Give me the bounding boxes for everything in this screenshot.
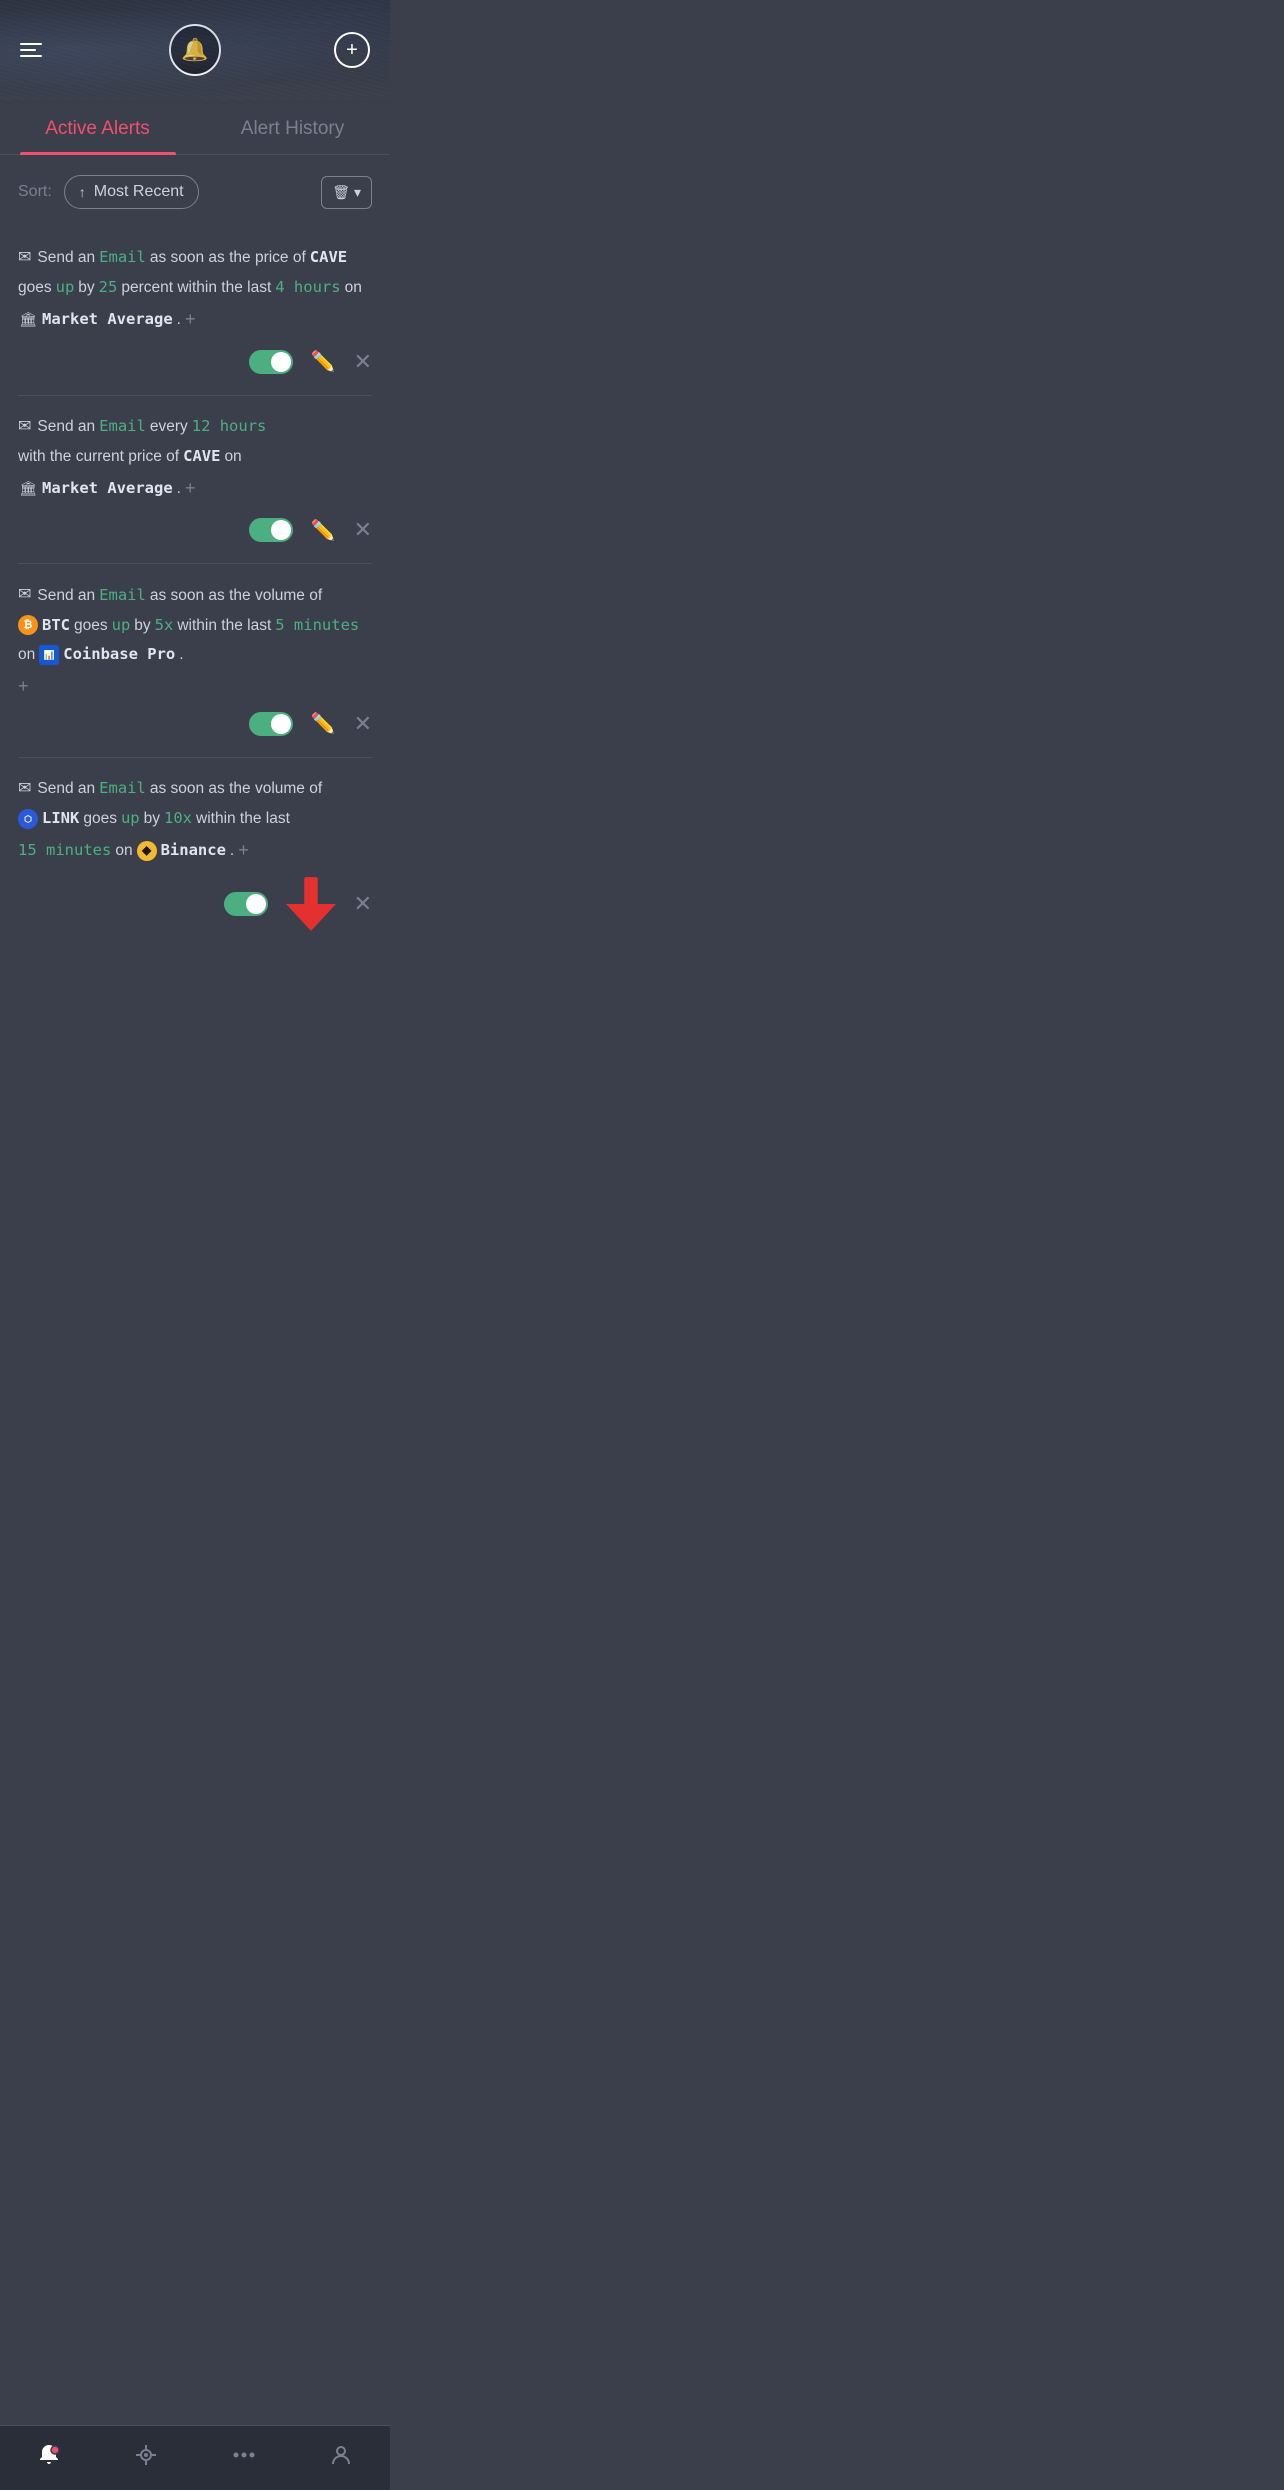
red-arrow-svg	[286, 876, 336, 932]
alert-amount-1: 25	[99, 275, 118, 301]
alert-toggle-3[interactable]	[249, 712, 293, 736]
nav-item-more[interactable]	[215, 2434, 273, 2482]
alert-notification-type-1: Email	[99, 245, 146, 271]
alert-card-2: ✉ Send an Email every 12 hours with the …	[18, 396, 372, 565]
alert-text-2: ✉ Send an Email every 12 hours with the …	[18, 414, 372, 504]
alert-amount-3: 5x	[155, 613, 174, 639]
alert-card-3: ✉ Send an Email as soon as the volume of…	[18, 564, 372, 758]
alert-coin-2: CAVE	[183, 444, 220, 470]
alert-exchange-1: 🏛 Market Average	[18, 307, 173, 333]
delete-button[interactable]: 🗑 ▾	[321, 176, 372, 209]
hamburger-icon[interactable]	[20, 43, 42, 57]
alert-delete-button-4[interactable]: ✕	[354, 891, 372, 917]
alert-toggle-2[interactable]	[249, 518, 293, 542]
trash-icon: 🗑	[332, 184, 350, 201]
alert-delete-button-2[interactable]: ✕	[354, 517, 372, 543]
tab-bar: Active Alerts Alert History	[0, 100, 390, 155]
nav-item-profile[interactable]	[312, 2434, 370, 2482]
bottom-navigation	[0, 2425, 390, 2490]
sort-label: Sort:	[18, 183, 52, 201]
close-icon-3: ✕	[354, 711, 372, 736]
main-content: Active Alerts Alert History Sort: ↑ Most…	[0, 100, 390, 1024]
btc-coin-icon: ₿	[18, 615, 38, 635]
alert-edit-button-1[interactable]: ✏️	[311, 349, 336, 374]
add-alert-area[interactable]: +	[334, 32, 370, 68]
alerts-list: ✉ Send an Email as soon as the price of …	[0, 227, 390, 949]
alert-notification-type-2: Email	[99, 414, 146, 440]
close-icon-4: ✕	[354, 891, 372, 916]
alert-edit-button-3[interactable]: ✏️	[311, 711, 336, 736]
alert-delete-button-1[interactable]: ✕	[354, 349, 372, 375]
nav-item-alerts[interactable]	[20, 2434, 78, 2482]
alert-notification-type-3: Email	[99, 583, 146, 609]
alert-controls-3: ✏️ ✕	[18, 711, 372, 737]
email-envelope-icon-4: ✉	[18, 776, 31, 802]
more-nav-icon	[231, 2442, 257, 2474]
close-icon-1: ✕	[354, 349, 372, 374]
tab-active-alerts[interactable]: Active Alerts	[0, 100, 195, 154]
add-exchange-button-2[interactable]: +	[185, 474, 196, 504]
plus-icon: +	[346, 39, 358, 62]
alert-timeframe-1: 4 hours	[275, 275, 340, 301]
alert-coin-3-container: ₿ BTC	[18, 613, 70, 639]
alert-coin-4: LINK	[42, 806, 79, 832]
profile-nav-icon	[328, 2442, 354, 2474]
alert-direction-3: up	[112, 613, 131, 639]
alert-controls-1: ✏️ ✕	[18, 349, 372, 375]
market-avg-icon-2: 🏛	[18, 478, 38, 498]
add-alert-button[interactable]: +	[334, 32, 370, 68]
alert-edit-button-2[interactable]: ✏️	[311, 518, 336, 543]
alert-text-4: ✉ Send an Email as soon as the volume of…	[18, 776, 372, 866]
sort-arrow-icon: ↑	[79, 184, 86, 200]
alert-direction-4: up	[121, 806, 140, 832]
alert-timeframe-3: 5 minutes	[275, 613, 359, 639]
add-exchange-button-3[interactable]: +	[18, 676, 29, 697]
email-envelope-icon-3: ✉	[18, 582, 31, 608]
alert-card-1: ✉ Send an Email as soon as the price of …	[18, 227, 372, 396]
edit-icon-3: ✏️	[311, 713, 336, 735]
binance-icon: ◆	[137, 841, 157, 861]
dropdown-arrow-icon: ▾	[354, 184, 361, 201]
add-exchange-button-4[interactable]: +	[238, 836, 249, 866]
alert-controls-2: ✏️ ✕	[18, 517, 372, 543]
menu-button[interactable]	[20, 43, 42, 57]
sort-option-label: Most Recent	[94, 183, 184, 201]
email-envelope-icon-2: ✉	[18, 414, 31, 440]
alert-timeframe-2: 12 hours	[192, 414, 267, 440]
edit-icon-1: ✏️	[311, 351, 336, 373]
edit-icon-2: ✏️	[311, 520, 336, 542]
nav-item-scanner[interactable]	[117, 2434, 175, 2482]
alert-delete-button-3[interactable]: ✕	[354, 711, 372, 737]
tab-alert-history[interactable]: Alert History	[195, 100, 390, 154]
red-arrow-indicator	[286, 879, 336, 929]
link-coin-icon: ⬡	[18, 809, 38, 829]
alert-toggle-4[interactable]	[224, 892, 268, 916]
alert-direction-1: up	[56, 275, 75, 301]
market-avg-icon-1: 🏛	[18, 310, 38, 330]
header-wave-decoration	[0, 0, 390, 100]
sort-button[interactable]: ↑ Most Recent	[64, 175, 199, 209]
coinbase-icon: 📊	[39, 645, 59, 665]
alert-text-3: ✉ Send an Email as soon as the volume of…	[18, 582, 372, 668]
alert-coin-1: CAVE	[310, 245, 347, 271]
bell-alert-nav-icon	[36, 2442, 62, 2474]
alert-text-1: ✉ Send an Email as soon as the price of …	[18, 245, 372, 335]
alert-coin-3: BTC	[42, 613, 70, 639]
scanner-nav-icon	[133, 2442, 159, 2474]
alert-exchange-3: 📊 Coinbase Pro	[39, 642, 175, 668]
alert-exchange-4: ◆ Binance	[137, 838, 226, 864]
alert-amount-4: 10x	[164, 806, 192, 832]
sort-bar: Sort: ↑ Most Recent 🗑 ▾	[0, 175, 390, 227]
alert-exchange-2: 🏛 Market Average	[18, 476, 173, 502]
alert-notification-type-4: Email	[99, 776, 146, 802]
alert-controls-4: ✕	[18, 879, 372, 929]
close-icon-2: ✕	[354, 517, 372, 542]
alert-toggle-1[interactable]	[249, 350, 293, 374]
alert-timeframe-4: 15 minutes	[18, 838, 111, 864]
add-exchange-button-1[interactable]: +	[185, 305, 196, 335]
email-envelope-icon: ✉	[18, 245, 31, 271]
alert-coin-4-container: ⬡ LINK	[18, 806, 79, 832]
header: 🔔 +	[0, 0, 390, 100]
alert-card-4: ✉ Send an Email as soon as the volume of…	[18, 758, 372, 950]
